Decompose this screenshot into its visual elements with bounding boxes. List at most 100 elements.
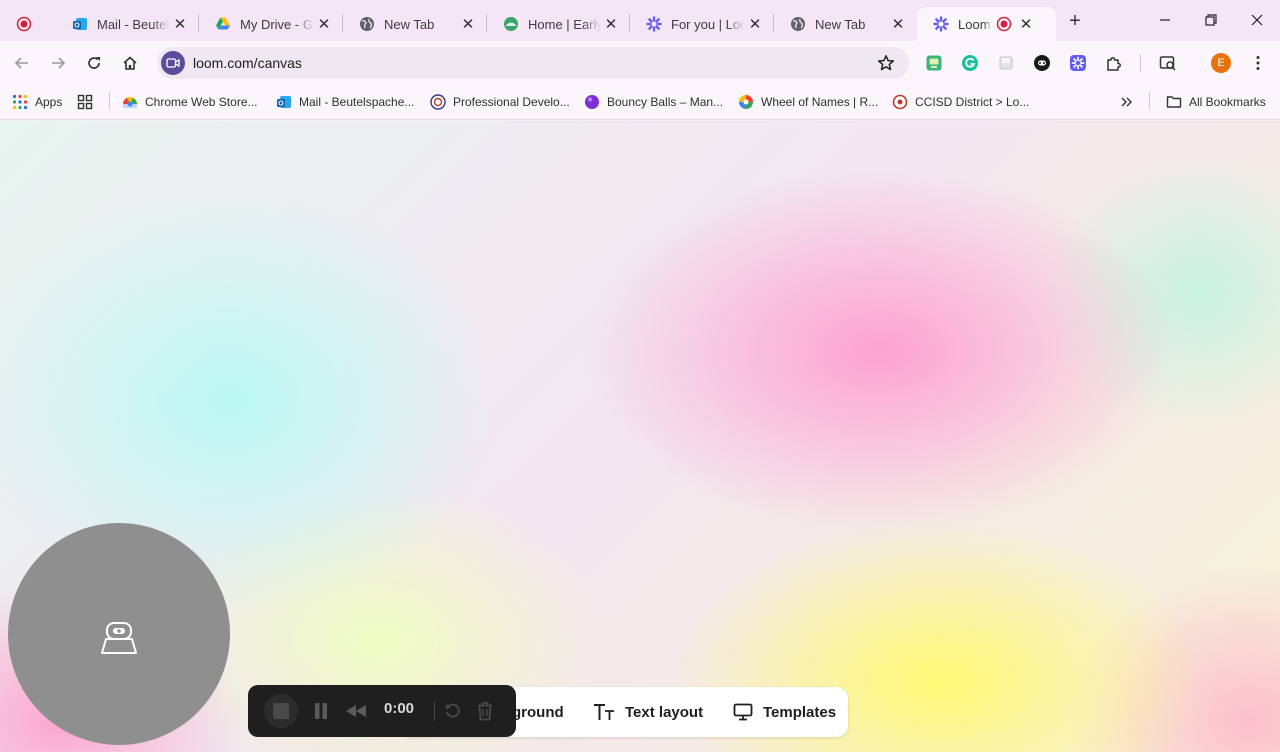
recording-icon [16, 16, 32, 32]
rewind-button[interactable] [342, 698, 370, 724]
loom-icon [646, 16, 662, 32]
new-tab-button[interactable]: + [1064, 10, 1086, 32]
grammarly-icon[interactable] [960, 53, 980, 73]
close-window-button[interactable] [1234, 8, 1280, 32]
badge-icon [430, 94, 446, 110]
bookmark-star-icon[interactable] [877, 54, 895, 72]
close-icon[interactable]: ✕ [601, 14, 621, 34]
google-drive-icon [215, 16, 231, 32]
close-icon[interactable]: ✕ [745, 14, 765, 34]
profile-avatar[interactable]: E [1211, 53, 1231, 73]
bookmark-label: Wheel of Names | R... [761, 95, 879, 109]
tab-title: New Tab [815, 16, 866, 32]
minimize-button[interactable] [1142, 8, 1188, 32]
address-bar[interactable]: loom.com/canvas [157, 47, 909, 79]
restart-icon [446, 703, 460, 718]
bookmark-label: Professional Develo... [453, 95, 570, 109]
stop-recording-button[interactable] [264, 694, 298, 728]
loom-canvas-background: ground Text layout Templates 0:00 [0, 121, 1280, 752]
tab-title: Loom | Free [958, 16, 992, 32]
dashboard-icon [77, 94, 93, 110]
chrome-web-store-icon [122, 94, 138, 110]
tab-mail[interactable]: O Mail - Beutelspacher ✕ [56, 7, 198, 41]
tab-title: My Drive - Google Drive [240, 16, 314, 32]
bookmark-label: Chrome Web Store... [145, 95, 258, 109]
svg-text:O: O [74, 23, 80, 30]
reload-button[interactable] [80, 49, 108, 77]
extension-dark-icon[interactable] [1032, 53, 1052, 73]
tab-title: For you | Loom [671, 16, 745, 32]
templates-label: Templates [763, 703, 837, 721]
restart-button[interactable] [442, 698, 464, 724]
close-icon[interactable]: ✕ [314, 14, 334, 34]
tab-new-tab-2[interactable]: New Tab ✕ [774, 7, 916, 41]
recording-controls: 0:00 [248, 685, 516, 737]
background-button[interactable]: ground [512, 687, 564, 737]
extension-screencast-icon[interactable] [924, 53, 944, 73]
wheel-icon [738, 94, 754, 110]
tab-title: Home | Early [528, 16, 601, 32]
globe-icon [359, 16, 375, 32]
bookmark-bouncy-balls[interactable]: Bouncy Balls – Man... [584, 92, 723, 112]
folder-icon [1166, 94, 1182, 110]
svg-text:O: O [278, 101, 284, 108]
apps-grid-icon [12, 94, 28, 110]
tab-for-you-loom[interactable]: For you | Loom ✕ [630, 7, 773, 41]
bookmark-apps[interactable]: Apps [12, 92, 62, 112]
bookmarks-bar: Apps Chrome Web Store... O Mail - Beutel… [0, 85, 1280, 120]
bookmark-mail[interactable]: O Mail - Beutelspache... [276, 92, 414, 112]
bookmark-label: CCISD District > Lo... [915, 95, 1030, 109]
bookmark-label: Bouncy Balls – Man... [607, 95, 724, 109]
bookmark-ccisd-district[interactable]: CCISD District > Lo... [892, 92, 1029, 112]
outlook-icon: O [72, 16, 88, 32]
tab-search-icon[interactable] [1158, 53, 1178, 73]
loom-extension-icon[interactable] [1068, 53, 1088, 73]
outlook-icon: O [276, 94, 292, 110]
home-button[interactable] [116, 49, 144, 77]
double-chevron-right-icon [1118, 94, 1134, 110]
close-icon[interactable]: ✕ [888, 14, 908, 34]
tab-home-early[interactable]: Home | Early ✕ [487, 7, 629, 41]
tab-loom-active[interactable]: Loom | Free ✕ [917, 7, 1056, 41]
all-bookmarks-folder[interactable]: All Bookmarks [1166, 92, 1266, 112]
purple-ball-icon [584, 94, 600, 110]
tab-strip: O Mail - Beutelspacher ✕ My Drive - Goog… [0, 0, 1280, 41]
more-menu-icon[interactable] [1248, 53, 1268, 73]
bookmark-wheel-of-names[interactable]: Wheel of Names | R... [738, 92, 878, 112]
bookmark-label: All Bookmarks [1189, 95, 1266, 109]
close-icon[interactable]: ✕ [458, 14, 478, 34]
text-layout-button[interactable]: Text layout [593, 687, 703, 737]
website-icon [503, 16, 519, 32]
loom-icon [933, 16, 949, 32]
tab-new-tab-1[interactable]: New Tab ✕ [343, 7, 486, 41]
close-icon[interactable]: ✕ [1016, 14, 1036, 34]
extension-grey-icon[interactable] [996, 53, 1016, 73]
monitor-icon [733, 703, 753, 721]
background-label: ground [512, 703, 564, 721]
rewind-icon [346, 705, 366, 717]
close-icon[interactable]: ✕ [170, 14, 190, 34]
bookmark-professional-development[interactable]: Professional Develo... [430, 92, 570, 112]
tab-title: New Tab [384, 16, 435, 32]
delete-recording-button[interactable] [474, 698, 496, 724]
extensions-puzzle-icon[interactable] [1104, 53, 1124, 73]
loom-site-icon [161, 51, 185, 75]
templates-button[interactable]: Templates [733, 687, 836, 737]
bookmark-dashboard[interactable] [77, 92, 100, 112]
bookmarks-overflow-button[interactable] [1118, 92, 1141, 112]
pause-button[interactable] [310, 698, 332, 724]
recording-indicator-icon [996, 16, 1012, 32]
camera-bubble[interactable] [8, 523, 230, 745]
forward-button[interactable] [44, 49, 72, 77]
tab-title: Mail - Beutelspacher [97, 16, 170, 32]
globe-icon [790, 16, 806, 32]
stop-icon [273, 703, 289, 719]
tab-recording[interactable] [0, 7, 56, 41]
bookmark-chrome-web-store[interactable]: Chrome Web Store... [122, 92, 258, 112]
restore-button[interactable] [1188, 8, 1234, 32]
back-button[interactable] [8, 49, 36, 77]
tab-drive[interactable]: My Drive - Google Drive ✕ [199, 7, 342, 41]
pause-icon [315, 703, 327, 719]
bookmark-label: Apps [35, 95, 63, 109]
camera-off-icon [101, 622, 137, 654]
